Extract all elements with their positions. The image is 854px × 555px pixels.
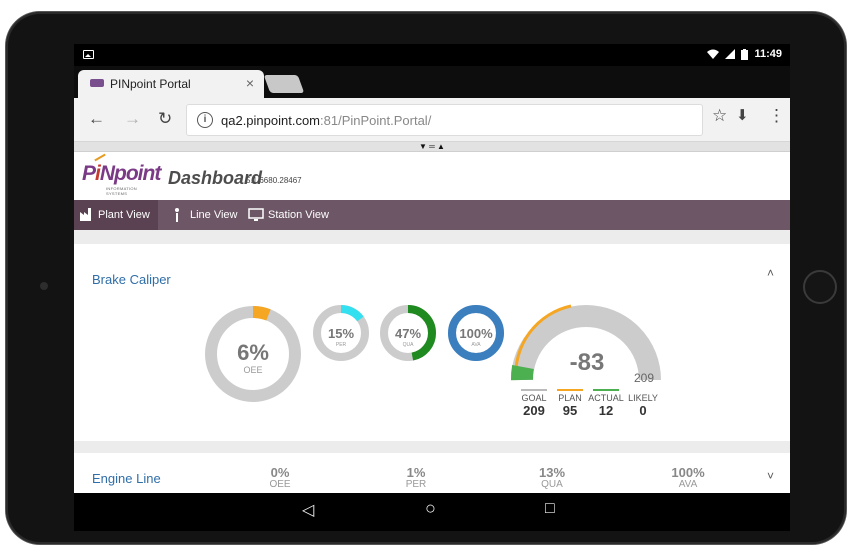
splitter-handle[interactable]: ▼ ═ ▲ <box>74 142 790 152</box>
likely-stat: LIKELY 0 <box>625 389 661 418</box>
new-tab-button[interactable] <box>263 75 305 93</box>
ava-value: 100% <box>459 326 493 341</box>
panel-title[interactable]: Engine Line <box>92 471 161 486</box>
per-label: PER <box>336 342 347 348</box>
per-donut: 15% PER <box>313 305 369 361</box>
kpi-gauges: 6% OEE 15% PER 47% QUA 100% AVA -83 209 <box>205 304 661 402</box>
tab-title: PINpoint Portal <box>110 77 191 91</box>
info-icon[interactable]: i <box>197 112 213 128</box>
nav-back-icon[interactable]: ◁ <box>302 500 314 520</box>
tab-plant-view[interactable]: Plant View <box>74 200 158 230</box>
oee-value: 6% <box>237 340 269 365</box>
reload-icon[interactable]: ↻ <box>158 110 172 128</box>
home-button[interactable] <box>803 270 837 304</box>
expand-chevron-icon[interactable]: ˅ <box>767 469 774 483</box>
oee-label: OEE <box>243 365 262 375</box>
wifi-icon <box>707 49 720 59</box>
screen: 11:49 PINpoint Portal × ← → ↻ i qa2.pinp… <box>74 44 790 531</box>
address-bar[interactable]: i qa2.pinpoint.com:81/PinPoint.Portal/ <box>186 104 703 136</box>
favicon-icon <box>90 79 104 87</box>
gauge-value: -83 <box>570 349 605 376</box>
engine-per: 1% PER <box>405 465 427 490</box>
engine-line-panel: Engine Line 0% OEE 1% PER 13% QUA 100% AVA ˅ <box>74 453 790 493</box>
plan-stat: PLAN 95 <box>552 389 588 418</box>
goal-stat: GOAL 209 <box>516 389 552 418</box>
status-bar: 11:49 <box>74 44 790 66</box>
brake-caliper-panel: Brake Caliper ˄ 6% OEE 15% PER 47% QUA 1… <box>74 244 790 441</box>
ava-donut: 100% AVA <box>448 305 504 361</box>
menu-kebab-icon[interactable]: ⋮ <box>768 106 785 126</box>
actual-stat: ACTUAL 12 <box>588 389 624 418</box>
line-icon <box>175 208 179 222</box>
qua-donut: 47% QUA <box>380 305 436 361</box>
qua-value: 47% <box>395 326 421 341</box>
view-menu: Plant View Line View Station View <box>74 200 790 230</box>
front-camera <box>40 282 48 290</box>
engine-ava: 100% AVA <box>671 465 705 490</box>
nav-home-icon[interactable]: ○ <box>425 498 436 519</box>
ava-label: AVA <box>471 342 481 348</box>
oee-donut: 6% OEE <box>205 306 301 402</box>
url-text: qa2.pinpoint.com:81/PinPoint.Portal/ <box>221 113 432 128</box>
bookmark-star-icon[interactable]: ☆ <box>712 106 727 126</box>
production-gauge: -83 209 <box>510 304 661 385</box>
qua-label: QUA <box>403 342 415 348</box>
factory-icon <box>80 208 91 221</box>
app-header: PiNpoint INFORMATION SYSTEMS Dashboard 5… <box>74 152 790 200</box>
browser-toolbar: ← → ↻ i qa2.pinpoint.com:81/PinPoint.Por… <box>74 98 790 142</box>
image-notification-icon <box>83 50 94 59</box>
engine-qua: 13% QUA <box>538 465 566 490</box>
pinpoint-logo: PiNpoint INFORMATION SYSTEMS <box>82 153 161 196</box>
nav-recent-icon[interactable]: □ <box>545 500 555 518</box>
status-time: 11:49 <box>754 48 782 60</box>
gauge-max: 209 <box>634 371 654 385</box>
download-icon[interactable]: ⬇ <box>736 106 749 124</box>
android-nav-bar: ◁ ○ □ <box>74 493 790 531</box>
tab-strip: PINpoint Portal × <box>74 66 790 98</box>
battery-icon <box>741 48 749 60</box>
web-content: ▼ ═ ▲ PiNpoint INFORMATION SYSTEMS Dashb… <box>74 142 790 493</box>
signal-icon <box>725 49 736 59</box>
tab-station-view[interactable]: Station View <box>244 200 329 230</box>
forward-icon[interactable]: → <box>124 110 141 128</box>
tablet-frame: 11:49 PINpoint Portal × ← → ↻ i qa2.pinp… <box>6 12 846 544</box>
version-label: 5.1.6680.28467 <box>246 176 302 185</box>
tab-line-view[interactable]: Line View <box>166 200 238 230</box>
monitor-icon <box>248 208 264 221</box>
engine-oee: 0% OEE <box>269 465 291 490</box>
tab-close-icon[interactable]: × <box>246 75 254 91</box>
browser-tab[interactable]: PINpoint Portal × <box>78 70 264 98</box>
per-value: 15% <box>328 326 354 341</box>
back-icon[interactable]: ← <box>88 110 105 128</box>
